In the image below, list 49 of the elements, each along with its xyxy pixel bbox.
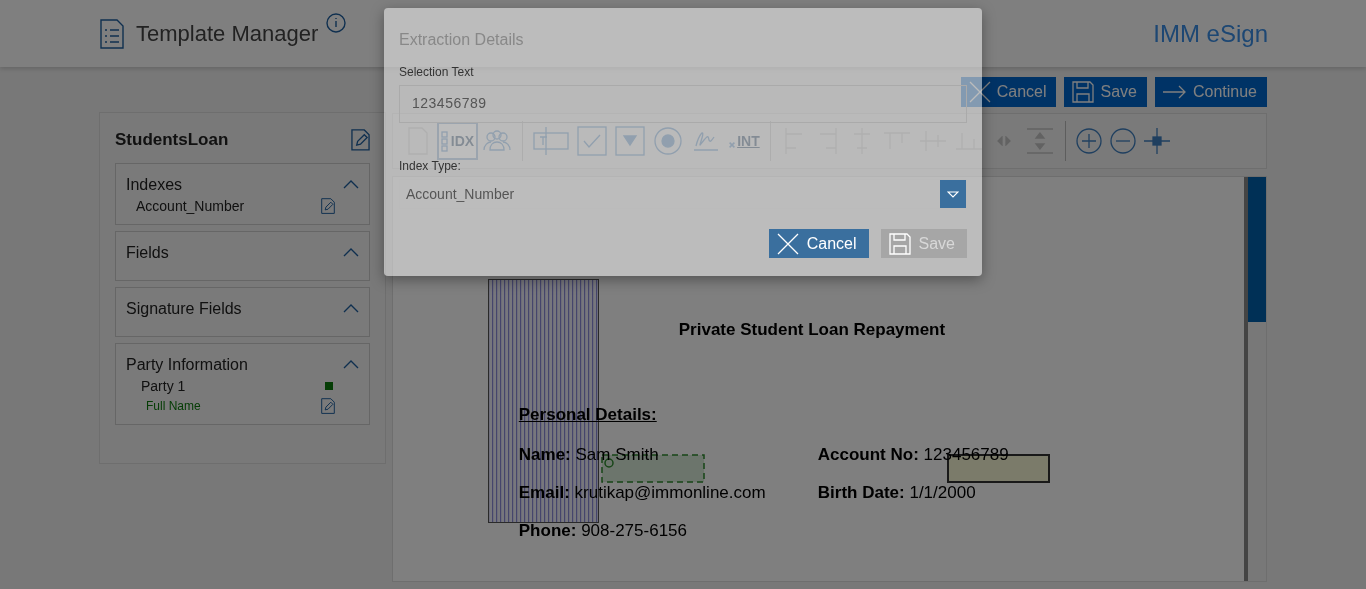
section-title[interactable]: Signature Fields (126, 299, 242, 318)
text-field-tool[interactable] (531, 124, 572, 158)
checkbox-tool[interactable] (575, 124, 610, 158)
caret-icon (947, 190, 959, 198)
section-title[interactable]: Fields (126, 243, 169, 262)
crosshair-icon (1143, 128, 1170, 154)
dropdown-icon (615, 126, 646, 156)
scroll-thumb[interactable] (1248, 177, 1266, 322)
document-text: Birth Date: 1/1/2000 (817, 483, 976, 503)
section-title[interactable]: Indexes (126, 175, 183, 194)
same-height-icon (1024, 126, 1055, 156)
field-label: Index Type: (399, 159, 461, 173)
chevron-up-icon[interactable] (342, 248, 359, 258)
document-heading: Private Student Loan Repayment (678, 320, 947, 340)
close-icon (968, 81, 991, 103)
info-icon[interactable] (326, 12, 347, 33)
chevron-up-icon[interactable] (342, 304, 359, 314)
cross-mark-icon (729, 142, 736, 148)
section-title[interactable]: Party Information (126, 355, 248, 374)
close-icon (776, 232, 799, 255)
cancel-button[interactable]: Cancel (768, 229, 869, 258)
checkbox-icon (577, 126, 608, 156)
field-label: Selection Text (399, 65, 474, 79)
scrollbar[interactable] (1248, 177, 1266, 581)
radio-button-icon (653, 126, 684, 156)
edit-icon[interactable] (320, 197, 335, 214)
zoom-out-icon (1109, 128, 1136, 154)
save-button[interactable]: Save (1064, 77, 1147, 107)
document-text: Phone: 908-275-6156 (518, 521, 687, 541)
template-name: StudentsLoan (115, 129, 229, 150)
edit-icon[interactable] (320, 397, 335, 415)
arrows-icon (996, 136, 1011, 146)
index-name[interactable]: Account_Number (136, 197, 245, 214)
continue-button[interactable]: Continue (1154, 77, 1267, 107)
chevron-up-icon[interactable] (342, 180, 359, 190)
edit-icon[interactable] (350, 129, 370, 151)
zoom-in-icon (1075, 128, 1102, 154)
chevron-up-icon[interactable] (342, 360, 359, 370)
align-bottom-icon (954, 132, 983, 150)
brand-name: IMM eSign (1153, 19, 1268, 48)
list-document-icon (100, 18, 124, 49)
party-name[interactable]: Party 1 (141, 377, 186, 394)
selection-text-field[interactable]: 123456789 (399, 85, 967, 123)
dropdown-tool[interactable] (613, 124, 648, 158)
arrow-right-icon (1162, 85, 1187, 99)
party-field-name[interactable]: Full Name (146, 399, 201, 413)
text-field-icon (533, 126, 570, 156)
cancel-button[interactable]: Cancel (960, 77, 1057, 107)
page-title: Template Manager (136, 20, 319, 47)
